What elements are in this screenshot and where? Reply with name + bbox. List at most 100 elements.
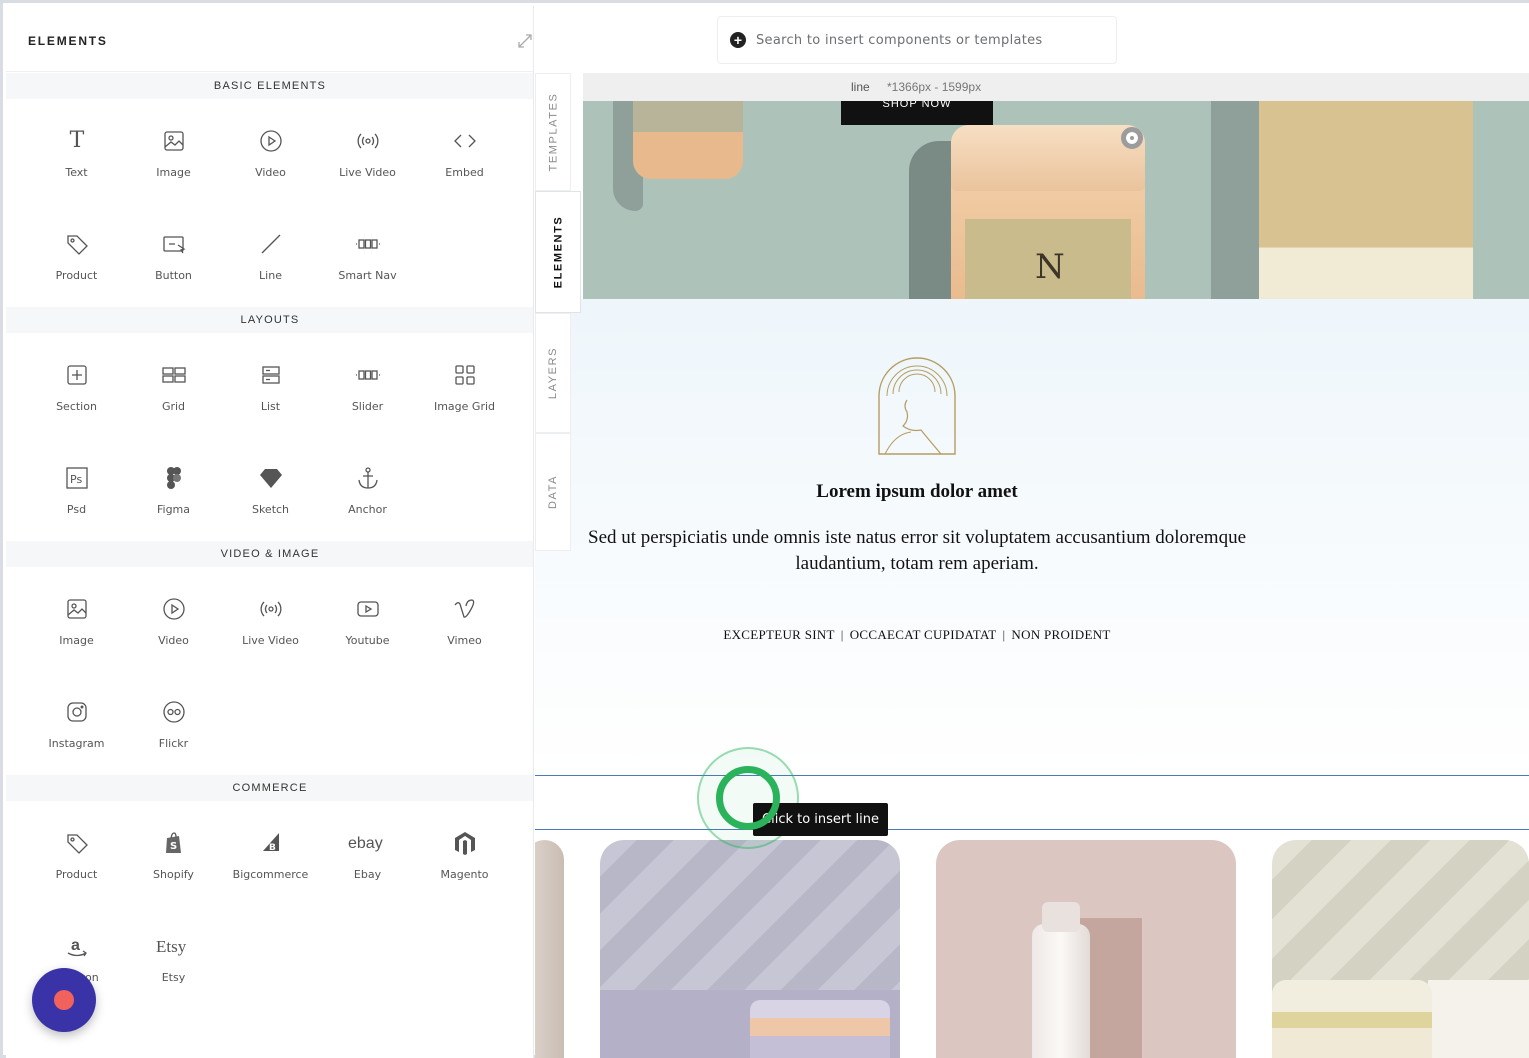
live-video-icon	[355, 128, 381, 154]
hero-image[interactable]: N SHOP NOW	[583, 101, 1529, 299]
element-text[interactable]: T Text	[28, 110, 125, 190]
element-live-video[interactable]: Live Video	[319, 110, 416, 190]
element-label: Text	[65, 166, 88, 179]
element-embed[interactable]: Embed	[416, 110, 513, 190]
amazon-icon: a	[64, 933, 90, 959]
tag-icon	[64, 830, 90, 856]
smart-nav-icon	[355, 231, 381, 257]
layout-anchor[interactable]: Anchor	[319, 447, 416, 527]
media-video[interactable]: Video	[125, 578, 222, 658]
product-card[interactable]	[600, 840, 900, 1058]
layout-grid[interactable]: Grid	[125, 344, 222, 424]
tab-label: LAYERS	[547, 346, 560, 400]
layout-image-grid[interactable]: Image Grid	[416, 344, 513, 424]
media-youtube[interactable]: Youtube	[319, 578, 416, 658]
breakpoint-size: *1366px - 1599px	[887, 80, 982, 94]
resize-handle[interactable]	[1121, 127, 1143, 149]
element-label: Figma	[156, 503, 191, 516]
jar-lid	[951, 125, 1145, 191]
media-vimeo[interactable]: Vimeo	[416, 578, 513, 658]
commerce-ebay[interactable]: ebay Ebay	[319, 812, 416, 892]
jar-label: N	[965, 219, 1131, 299]
shop-now-button[interactable]: SHOP NOW	[841, 101, 993, 125]
etsy-icon: Etsy	[153, 933, 195, 959]
element-label: Etsy	[161, 971, 186, 984]
element-product[interactable]: Product	[28, 213, 125, 293]
commerce-etsy[interactable]: Etsy Etsy	[125, 915, 222, 995]
commerce-magento[interactable]: Magento	[416, 812, 513, 892]
media-flickr[interactable]: Flickr	[125, 681, 222, 761]
video-icon	[258, 128, 284, 154]
video-icon	[161, 596, 187, 622]
svg-text:ebay: ebay	[348, 835, 383, 852]
element-button[interactable]: Button	[125, 213, 222, 293]
plus-circle-icon: +	[730, 32, 746, 48]
element-label: Youtube	[345, 634, 390, 647]
element-label: Anchor	[348, 503, 387, 516]
commerce-product[interactable]: Product	[28, 812, 125, 892]
line-icon	[258, 231, 284, 257]
section-heading: Lorem ipsum dolor amet	[816, 481, 1018, 502]
jar-left	[633, 101, 743, 179]
svg-text:Ps: Ps	[70, 473, 82, 486]
media-instagram[interactable]: Instagram	[28, 681, 125, 761]
image-icon	[64, 596, 90, 622]
slider-icon	[355, 362, 381, 388]
layout-slider[interactable]: Slider	[319, 344, 416, 424]
tab-templates[interactable]: TEMPLATES	[535, 73, 571, 191]
content-section[interactable]: Lorem ipsum dolor amet Sed ut perspiciat…	[535, 299, 1529, 775]
element-label: Smart Nav	[338, 269, 397, 282]
section-header-video-image: VIDEO & IMAGE	[6, 541, 533, 567]
element-video[interactable]: Video	[222, 110, 319, 190]
element-label: Image	[59, 634, 94, 647]
bigcommerce-icon: B	[258, 830, 284, 856]
shopify-icon: S	[161, 830, 187, 856]
product-card[interactable]	[535, 840, 564, 1058]
expand-icon[interactable]	[516, 32, 534, 50]
commerce-shopify[interactable]: S Shopify	[125, 812, 222, 892]
link-occaecat[interactable]: OCCAECAT CUPIDATAT	[850, 627, 997, 642]
product-pack	[1428, 980, 1529, 1058]
link-exceptuer[interactable]: EXCEPTEUR SINT	[723, 627, 834, 642]
chat-launcher-button[interactable]	[32, 968, 96, 1032]
svg-text:Etsy: Etsy	[156, 937, 187, 956]
import-sketch[interactable]: Sketch	[222, 447, 319, 527]
element-label: Image	[156, 166, 191, 179]
import-figma[interactable]: Figma	[125, 447, 222, 527]
section-header-layouts: LAYOUTS	[6, 307, 533, 333]
layout-section[interactable]: Section	[28, 344, 125, 424]
product-bottle	[1032, 924, 1090, 1058]
element-image[interactable]: Image	[125, 110, 222, 190]
layout-list[interactable]: List	[222, 344, 319, 424]
bottle-cap	[1042, 902, 1080, 932]
import-psd[interactable]: Ps Psd	[28, 447, 125, 527]
element-label: Product	[55, 269, 98, 282]
element-line[interactable]: Line	[222, 213, 319, 293]
panel-title: ELEMENTS	[28, 34, 108, 48]
product-card[interactable]	[1272, 840, 1529, 1058]
element-label: Ebay	[353, 868, 382, 881]
line-insert-zone[interactable]	[535, 775, 1529, 830]
commerce-bigcommerce[interactable]: B Bigcommerce	[222, 812, 319, 892]
link-non-proident[interactable]: NON PROIDENT	[1011, 627, 1110, 642]
image-icon	[161, 128, 187, 154]
svg-text:a: a	[71, 937, 80, 954]
embed-icon	[452, 128, 478, 154]
anchor-icon	[355, 465, 381, 491]
tab-elements[interactable]: ELEMENTS	[535, 191, 581, 313]
tab-layers[interactable]: LAYERS	[535, 313, 571, 433]
media-image[interactable]: Image	[28, 578, 125, 658]
element-smart-nav[interactable]: Smart Nav	[319, 213, 416, 293]
element-label: List	[260, 400, 281, 413]
tab-data[interactable]: DATA	[535, 433, 571, 551]
search-input[interactable]	[756, 32, 1096, 48]
component-search[interactable]: +	[717, 16, 1117, 64]
ebay-icon: ebay	[347, 830, 389, 856]
element-label: Button	[155, 269, 192, 282]
element-label: Slider	[351, 400, 384, 413]
section-header-commerce: COMMERCE	[6, 775, 533, 801]
media-live-video[interactable]: Live Video	[222, 578, 319, 658]
product-card[interactable]	[936, 840, 1236, 1058]
editor-canvas[interactable]: + line *1366px - 1599px N SHOP NOW	[535, 3, 1529, 1058]
sketch-icon	[258, 465, 284, 491]
